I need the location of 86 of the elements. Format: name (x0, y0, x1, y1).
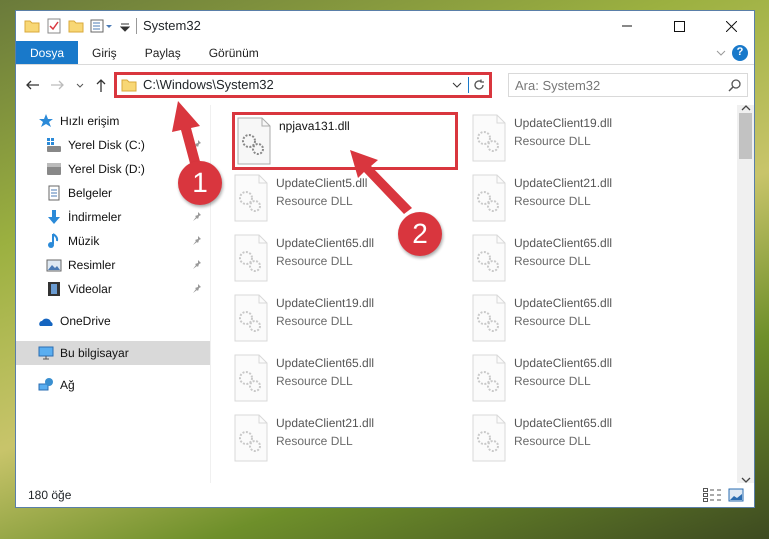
file-menu-button[interactable]: Dosya (16, 41, 78, 64)
sidebar-item[interactable]: OneDrive (16, 309, 119, 333)
file-type: Resource DLL (514, 373, 592, 390)
maximize-icon (674, 20, 684, 32)
help-button[interactable]: ? (732, 44, 748, 60)
caret-icon (76, 82, 84, 88)
scroll-down-icon (740, 477, 750, 483)
file-name: UpdateClient21.dll (276, 415, 374, 432)
ribbon-tab[interactable]: Paylaş (130, 41, 195, 64)
file-type: Resource DLL (276, 373, 354, 390)
sidebar-item[interactable]: Müzik (16, 229, 210, 253)
file-type: Resource DLL (276, 253, 354, 270)
file-type: Resource DLL (514, 133, 592, 150)
details-view-icon[interactable] (703, 488, 722, 502)
star-icon (38, 113, 54, 129)
sidebar-item[interactable]: Belgeler (16, 181, 120, 205)
item-count: 180 öğe (28, 487, 72, 504)
file-type: Resource DLL (514, 193, 592, 210)
file-name: UpdateClient65.dll (276, 355, 374, 372)
folder-icon (24, 18, 40, 34)
search-icon (728, 78, 742, 92)
sidebar-item[interactable]: İndirmeler (16, 205, 210, 229)
file-item[interactable]: UpdateClient65.dll Resource DLL (470, 352, 614, 410)
file-type: Resource DLL (276, 193, 354, 210)
file-type: Resource DLL (276, 433, 354, 450)
file-name: UpdateClient65.dll (276, 235, 374, 252)
file-name: UpdateClient65.dll (514, 355, 612, 372)
file-name: UpdateClient19.dll (514, 115, 612, 132)
dll-file-icon (237, 117, 271, 165)
minimize-icon (622, 25, 632, 27)
ribbon-tab[interactable]: Görünüm (194, 41, 273, 64)
sidebar-item[interactable]: Bu bilgisayar (16, 341, 210, 365)
close-icon (726, 20, 736, 32)
back-arrow-icon (26, 80, 39, 90)
dropdown-caret-icon[interactable] (452, 82, 462, 88)
file-name: UpdateClient65.dll (514, 415, 612, 432)
drive-icon (46, 161, 62, 177)
search-field[interactable]: Ara: System32 (508, 73, 748, 97)
picture-icon (46, 257, 62, 273)
refresh-icon (473, 79, 485, 91)
file-name: npjava131.dll (279, 118, 350, 135)
file-name: UpdateClient21.dll (514, 175, 612, 192)
file-item[interactable]: UpdateClient65.dll Resource DLL (232, 352, 376, 410)
file-item[interactable]: UpdateClient65.dll Resource DLL (470, 232, 614, 290)
monitor-icon (38, 345, 54, 361)
film-icon (46, 281, 62, 297)
properties-icon[interactable] (90, 18, 114, 34)
sidebar-item[interactable]: Yerel Disk (D:) (16, 157, 153, 181)
file-name: UpdateClient5.dll (276, 175, 368, 192)
file-type: Resource DLL (514, 313, 592, 330)
address-field[interactable]: C:\Windows\System32 (114, 72, 492, 98)
sidebar-item[interactable]: Yerel Disk (C:) (16, 133, 210, 157)
file-item[interactable]: UpdateClient5.dll Resource DLL (232, 172, 370, 230)
file-item[interactable]: UpdateClient21.dll Resource DLL (470, 172, 614, 230)
scrollbar[interactable] (737, 105, 754, 483)
file-item[interactable]: npjava131.dll (232, 112, 458, 170)
file-item[interactable]: UpdateClient65.dll Resource DLL (232, 232, 376, 290)
forward-arrow-icon (51, 80, 64, 90)
window-title: System32 (143, 17, 202, 36)
sidebar-item[interactable]: Hızlı erişim (16, 109, 128, 133)
sidebar-item[interactable]: Resimler (16, 253, 210, 277)
file-type: Resource DLL (514, 253, 592, 270)
file-item[interactable]: UpdateClient19.dll Resource DLL (232, 292, 376, 350)
folder-icon (121, 77, 137, 93)
up-arrow-icon (96, 78, 106, 92)
drive-icon (46, 137, 62, 153)
file-type: Resource DLL (514, 433, 592, 450)
sidebar-item[interactable]: Ağ (16, 373, 83, 397)
scroll-up-icon (740, 105, 750, 111)
file-item[interactable]: UpdateClient21.dll Resource DLL (232, 412, 376, 470)
checklist-icon[interactable] (46, 18, 62, 34)
scrollbar-thumb[interactable] (739, 113, 752, 159)
expand-ribbon-icon[interactable] (716, 50, 726, 56)
file-item[interactable]: UpdateClient65.dll Resource DLL (470, 412, 614, 470)
network-globe-icon (38, 377, 54, 393)
download-arrow-icon (46, 209, 62, 225)
file-name: UpdateClient19.dll (276, 295, 374, 312)
large-icons-view-icon[interactable] (728, 488, 744, 502)
file-type: Resource DLL (276, 313, 354, 330)
file-name: UpdateClient65.dll (514, 235, 612, 252)
ribbon-tab[interactable]: Giriş (78, 41, 131, 64)
file-name: UpdateClient65.dll (514, 295, 612, 312)
file-item[interactable]: UpdateClient65.dll Resource DLL (470, 292, 614, 350)
document-icon (46, 185, 62, 201)
sidebar-item[interactable]: Videolar (16, 277, 210, 301)
file-item[interactable]: UpdateClient19.dll Resource DLL (470, 112, 614, 170)
